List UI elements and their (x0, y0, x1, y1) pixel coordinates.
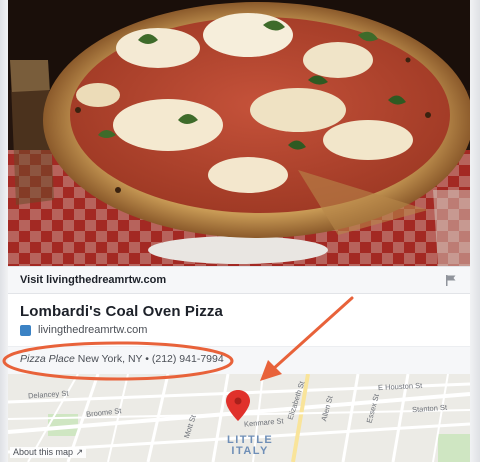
place-card: Visit livingthedreamrtw.com Lombardi's C… (8, 0, 470, 462)
page-edge-left (0, 0, 8, 462)
visit-domain: livingthedreamrtw.com (46, 274, 167, 286)
visit-link[interactable]: Visit livingthedreamrtw.com (20, 274, 166, 286)
website-link[interactable]: livingthedreamrtw.com (38, 324, 147, 336)
external-link-icon: ↗ (75, 447, 84, 457)
pizza-photo[interactable] (8, 0, 470, 266)
visit-bar: Visit livingthedreamrtw.com (8, 266, 470, 294)
place-title[interactable]: Lombardi's Coal Oven Pizza (20, 303, 223, 320)
district-label: LITTLE ITALY (227, 435, 273, 457)
visit-prefix: Visit (20, 274, 44, 286)
place-location-phone: New York, NY • (212) 941-7994 (77, 353, 224, 365)
place-details: Pizza Place New York, NY • (212) 941-799… (20, 353, 224, 365)
about-this-map-link[interactable]: About this map ↗ (10, 447, 87, 458)
site-favicon-icon (20, 325, 31, 336)
district-line-2: ITALY (231, 445, 269, 457)
place-category: Pizza Place (20, 353, 75, 365)
flag-icon[interactable] (446, 275, 456, 286)
about-map-label: About this map (13, 447, 74, 457)
page-edge-right (470, 0, 480, 462)
